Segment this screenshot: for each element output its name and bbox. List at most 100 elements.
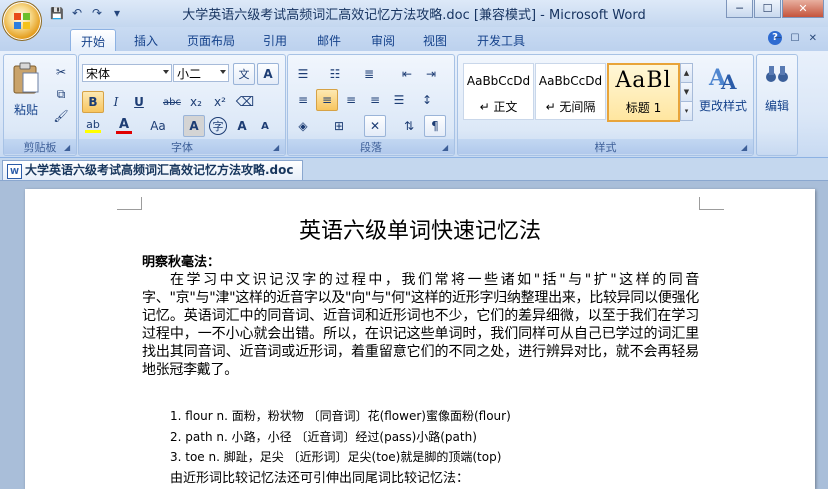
superscript-button[interactable]: x² xyxy=(209,91,231,113)
style-heading-1-preview: AaBl xyxy=(615,68,672,93)
tab-page-layout[interactable]: 页面布局 xyxy=(180,29,242,51)
window-title: 大学英语六级考试高频词汇高效记忆方法攻略.doc [兼容模式] - Micros… xyxy=(182,8,646,23)
numbering-icon[interactable]: ☷ xyxy=(324,63,346,85)
distributed-icon[interactable]: ☰ xyxy=(388,89,410,111)
cut-icon[interactable]: ✂ xyxy=(50,61,72,83)
crop-mark-left xyxy=(117,197,142,210)
style-heading-1-name: 标题 1 xyxy=(625,101,662,115)
highlight-color-bar xyxy=(85,130,101,133)
paste-label: 粘贴 xyxy=(13,103,38,117)
document-page[interactable]: 英语六级单词快速记忆法 明察秋毫法： 在学习中文识记汉字的过程中，我们常将一些诸… xyxy=(25,189,815,489)
styles-scroll-down-icon[interactable]: ▼ xyxy=(680,82,693,102)
document-area[interactable]: 英语六级单词快速记忆法 明察秋毫法： 在学习中文识记汉字的过程中，我们常将一些诸… xyxy=(0,181,828,489)
borders-icon[interactable]: ⊞ xyxy=(328,115,350,137)
highlight-color-button[interactable]: ab xyxy=(82,115,104,137)
paragraph-launcher-icon[interactable]: ◢ xyxy=(442,143,451,152)
increase-indent-icon[interactable]: ⇥ xyxy=(420,63,442,85)
styles-launcher-icon[interactable]: ◢ xyxy=(741,143,750,152)
strikethrough-button[interactable]: abc xyxy=(161,91,183,113)
document-tab-label: 大学英语六级考试高频词汇高效记忆方法攻略.doc xyxy=(25,163,294,177)
styles-more-icon[interactable]: ▾ xyxy=(680,101,693,121)
close-button[interactable]: ✕ xyxy=(782,0,824,18)
font-size-value: 小二 xyxy=(177,66,202,81)
tab-view[interactable]: 视图 xyxy=(416,29,454,51)
font-size-combo[interactable]: 小二 xyxy=(173,64,229,82)
font-launcher-icon[interactable]: ◢ xyxy=(273,143,282,152)
document-author: 明察秋毫法： xyxy=(142,255,221,270)
chinese-layout-icon[interactable]: ✕ xyxy=(364,115,386,137)
change-styles-button[interactable]: A A 更改样式 xyxy=(696,59,750,129)
font-group-label: 字体 xyxy=(79,139,285,154)
shading-icon[interactable]: ◈ xyxy=(292,115,314,137)
style-no-spacing[interactable]: AaBbCcDd ↵ 无间隔 xyxy=(535,63,606,120)
grow-font-button[interactable]: A xyxy=(231,115,253,137)
subscript-button[interactable]: x₂ xyxy=(185,91,207,113)
show-marks-icon[interactable]: ¶ xyxy=(424,115,446,137)
office-logo-icon xyxy=(14,13,30,29)
clear-formatting-icon[interactable]: ⌫ xyxy=(234,91,256,113)
list-item: 1. flour n. 面粉，粉状物 〔同音词〕花(flower)蜜像面粉(fl… xyxy=(170,409,511,423)
copy-icon[interactable]: ⧉ xyxy=(50,83,72,105)
paragraph-group-label: 段落 xyxy=(288,139,454,154)
style-normal-name: ↵ 正文 xyxy=(479,100,518,114)
font-name-combo[interactable]: 宋体 xyxy=(82,64,172,82)
word-list: 1. flour n. 面粉，粉状物 〔同音词〕花(flower)蜜像面粉(fl… xyxy=(170,406,511,468)
align-left-icon[interactable]: ≡ xyxy=(292,89,314,111)
align-right-icon[interactable]: ≡ xyxy=(340,89,362,111)
tab-references[interactable]: 引用 xyxy=(256,29,294,51)
character-shading-button[interactable]: A xyxy=(183,115,205,137)
change-styles-icon: A A xyxy=(708,65,737,93)
editing-button[interactable]: 编辑 xyxy=(759,59,795,129)
minimize-button[interactable]: ─ xyxy=(726,0,753,18)
document-last-line: 由近形词比较记忆法还可引伸出同尾词比较记忆法： xyxy=(170,471,470,486)
window-controls: ─ ☐ ✕ xyxy=(726,0,824,18)
office-button[interactable] xyxy=(2,1,42,41)
align-center-icon[interactable]: ≡ xyxy=(316,89,338,111)
character-border-button[interactable]: A xyxy=(257,63,279,85)
svg-text:A: A xyxy=(720,70,737,93)
tab-mailings[interactable]: 邮件 xyxy=(310,29,348,51)
style-no-spacing-name: ↵ 无间隔 xyxy=(545,100,596,114)
mdi-controls[interactable]: ─ ☐ ✕ xyxy=(775,33,820,44)
shrink-font-button[interactable]: A xyxy=(254,115,276,137)
ribbon: 粘贴 ✂ ⧉ 🖌 剪贴板 ◢ 宋体 小二 文 A B I U abc x₂ x²… xyxy=(0,51,828,158)
tab-developer[interactable]: 开发工具 xyxy=(470,29,532,51)
ribbon-tab-row: 开始 插入 页面布局 引用 邮件 审阅 视图 开发工具 ? ─ ☐ ✕ xyxy=(0,27,828,52)
style-heading-1[interactable]: AaBl 标题 1 xyxy=(607,63,680,122)
document-tab-bar: W 大学英语六级考试高频词汇高效记忆方法攻略.doc xyxy=(0,158,828,181)
font-color-icon: A xyxy=(118,116,130,132)
multilevel-list-icon[interactable]: ≣ xyxy=(358,63,380,85)
bold-button[interactable]: B xyxy=(82,91,104,113)
document-title: 英语六级单词快速记忆法 xyxy=(298,219,541,244)
styles-scroll-up-icon[interactable]: ▲ xyxy=(680,63,693,83)
document-paragraph: 在学习中文识记汉字的过程中，我们常将一些诸如"括"与"扩"这样的同音字、"京"与… xyxy=(142,272,699,378)
italic-button[interactable]: I xyxy=(105,91,127,113)
paste-button[interactable]: 粘贴 xyxy=(8,59,44,125)
style-normal[interactable]: AaBbCcDd ↵ 正文 xyxy=(463,63,534,120)
phonetic-guide-button[interactable]: 文 xyxy=(233,63,255,85)
format-painter-icon[interactable]: 🖌 xyxy=(50,105,72,127)
list-item: 2. path n. 小路，小径 〔近音词〕经过(pass)小路(path) xyxy=(170,429,477,444)
decrease-indent-icon[interactable]: ⇤ xyxy=(396,63,418,85)
document-tab[interactable]: W 大学英语六级考试高频词汇高效记忆方法攻略.doc xyxy=(2,160,303,180)
underline-button[interactable]: U xyxy=(128,91,150,113)
line-spacing-icon[interactable]: ↕ xyxy=(416,89,438,111)
clipboard-launcher-icon[interactable]: ◢ xyxy=(64,143,73,152)
tab-review[interactable]: 审阅 xyxy=(364,29,402,51)
sort-icon[interactable]: ⇅ xyxy=(398,115,420,137)
font-color-button[interactable]: A xyxy=(113,115,135,137)
title-bar: 💾 ↶ ↷ ▾ 大学英语六级考试高频词汇高效记忆方法攻略.doc [兼容模式] … xyxy=(0,0,828,27)
bullets-icon[interactable]: ☰ xyxy=(292,63,314,85)
style-no-spacing-preview: AaBbCcDd xyxy=(538,74,603,88)
font-name-value: 宋体 xyxy=(86,66,111,81)
tab-insert[interactable]: 插入 xyxy=(126,29,166,51)
tab-home[interactable]: 开始 xyxy=(70,29,116,52)
style-normal-preview: AaBbCcDd xyxy=(466,74,531,88)
change-case-button[interactable]: Aa xyxy=(147,115,169,137)
enclose-characters-button[interactable]: 字 xyxy=(209,117,227,135)
justify-icon[interactable]: ≡ xyxy=(364,89,386,111)
editing-label: 编辑 xyxy=(764,99,789,113)
change-styles-label: 更改样式 xyxy=(698,99,747,113)
maximize-button[interactable]: ☐ xyxy=(754,0,781,18)
word-doc-icon: W xyxy=(7,164,22,179)
